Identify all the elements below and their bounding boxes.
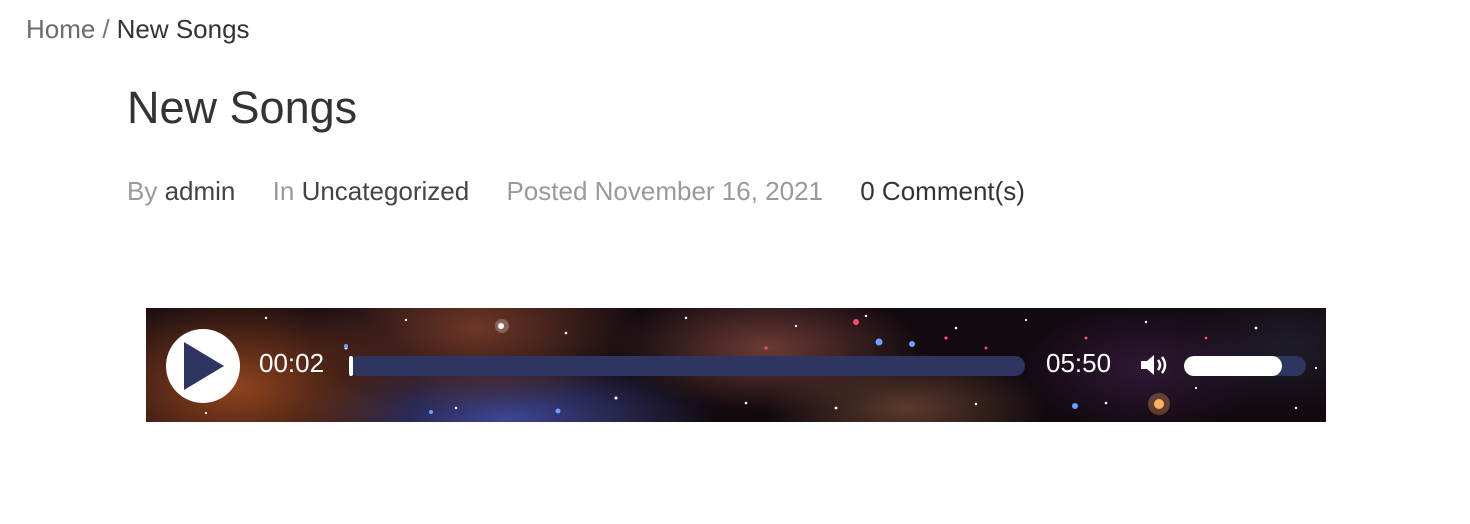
audio-player: 00:02 05:50 [146, 308, 1326, 422]
comments-link[interactable]: 0 Comment(s) [860, 176, 1025, 206]
post-author: By admin [127, 176, 243, 206]
date-value: November 16, 2021 [594, 176, 824, 206]
author-link[interactable]: admin [165, 176, 236, 206]
total-time: 05:50 [1046, 348, 1112, 378]
author-prefix: By [127, 176, 158, 206]
play-button[interactable] [166, 329, 240, 403]
category-link[interactable]: Uncategorized [302, 176, 470, 206]
page-title: New Songs [127, 82, 358, 133]
breadcrumb: Home / New Songs [26, 14, 250, 45]
volume-fill [1184, 356, 1282, 376]
play-icon [184, 342, 224, 390]
breadcrumb-current: New Songs [116, 14, 250, 44]
speaker-icon[interactable] [1139, 352, 1169, 378]
breadcrumb-home-link[interactable]: Home [26, 14, 95, 44]
volume-slider[interactable] [1184, 356, 1306, 376]
date-prefix: Posted [506, 176, 588, 206]
post-date: Posted November 16, 2021 [506, 176, 830, 206]
post-meta: By admin In Uncategorized Posted Novembe… [127, 176, 1025, 207]
current-time: 00:02 [259, 348, 325, 378]
breadcrumb-separator: / [102, 14, 110, 44]
progress-bar[interactable] [349, 356, 1025, 376]
post-category: In Uncategorized [273, 176, 477, 206]
progress-fill [349, 356, 354, 376]
category-prefix: In [272, 176, 295, 206]
